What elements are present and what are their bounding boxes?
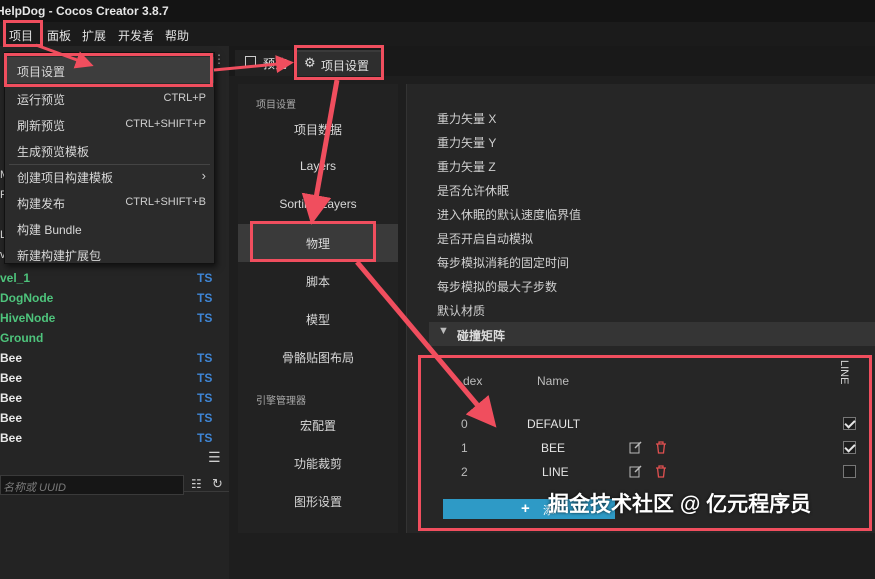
watermark: 掘金技术社区 @ 亿元程序员 [548,493,812,516]
arrow-line [35,43,94,69]
arrow-line [355,260,497,428]
arrow-line [301,79,340,225]
annotation-arrows [35,43,497,428]
arrow-line [213,55,294,74]
